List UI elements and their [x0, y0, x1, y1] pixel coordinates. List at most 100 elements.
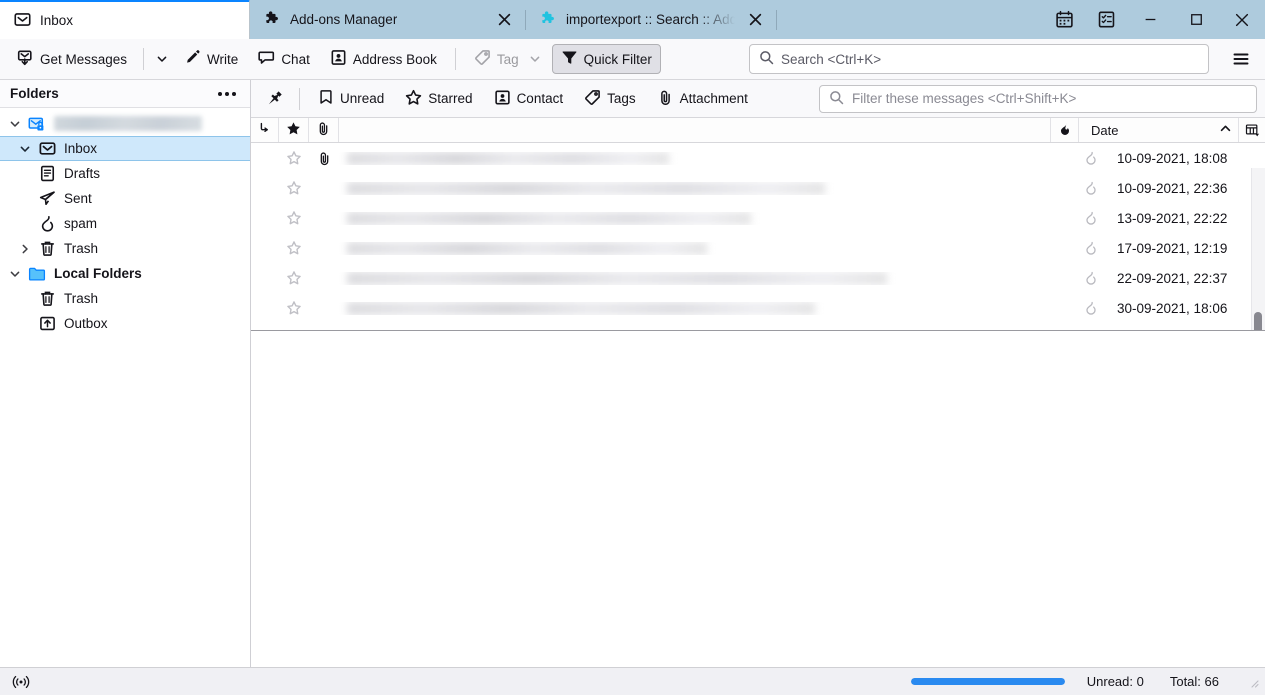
maximize-button[interactable]	[1173, 0, 1219, 39]
chevron-down-icon[interactable]	[4, 268, 26, 280]
column-header-subject[interactable]	[339, 118, 1051, 142]
folder-label: Sent	[64, 191, 92, 206]
trash-icon	[36, 240, 58, 257]
folder-row-trash-local[interactable]: Trash	[0, 286, 250, 311]
column-header-attachment[interactable]	[309, 118, 339, 142]
tab-close-icon[interactable]	[744, 9, 766, 31]
folder-row-inbox[interactable]: Inbox	[0, 136, 250, 161]
tasks-icon[interactable]	[1085, 0, 1127, 39]
toolbar-divider	[454, 48, 456, 70]
quick-filter-label: Unread	[340, 91, 385, 106]
quick-filter-label: Tags	[607, 91, 636, 106]
column-header-thread[interactable]	[251, 118, 279, 142]
message-filter-box[interactable]	[819, 84, 1257, 113]
attachment-indicator-icon	[309, 151, 339, 166]
star-toggle-icon[interactable]	[279, 300, 309, 316]
chevron-right-icon[interactable]	[14, 243, 36, 255]
address-book-button[interactable]: Address Book	[321, 44, 446, 74]
table-row[interactable]: 10-09-2021, 18:08	[251, 143, 1265, 173]
status-progress-bar	[910, 678, 1065, 685]
folder-row-spam[interactable]: spam	[0, 211, 250, 236]
global-search-box[interactable]	[749, 44, 1209, 74]
star-toggle-icon[interactable]	[279, 150, 309, 166]
write-button[interactable]: Write	[175, 44, 247, 74]
star-toggle-icon[interactable]	[279, 180, 309, 196]
get-messages-dropdown-icon[interactable]	[151, 44, 173, 74]
folder-icon	[26, 265, 48, 283]
inbox-icon	[14, 11, 31, 31]
star-toggle-icon[interactable]	[279, 240, 309, 256]
filter-messages-input[interactable]	[852, 91, 1247, 106]
spam-flame-icon	[36, 215, 58, 232]
network-activity-icon[interactable]	[8, 671, 34, 693]
folder-row-sent[interactable]: Sent	[0, 186, 250, 211]
tab-addons-manager[interactable]: Add-ons Manager	[250, 0, 525, 39]
folder-row-local-folders[interactable]: Local Folders	[0, 261, 250, 286]
folder-label: Outbox	[64, 316, 108, 331]
cell-subject-redacted	[339, 301, 1077, 315]
calendar-icon[interactable]	[1043, 0, 1085, 39]
contact-card-icon	[494, 89, 511, 109]
star-filled-icon	[286, 121, 301, 139]
quick-filter-label: Attachment	[679, 91, 748, 106]
quick-filter-contact-button[interactable]: Contact	[484, 85, 574, 113]
folder-label: Trash	[64, 291, 99, 306]
scrollbar-thumb[interactable]	[1254, 312, 1262, 330]
drafts-icon	[36, 165, 58, 182]
folder-tree: Inbox Drafts Sent spam Trash Local Folde…	[0, 108, 250, 667]
quick-filter-starred-button[interactable]: Starred	[395, 85, 482, 113]
table-row[interactable]: 10-09-2021, 22:36	[251, 173, 1265, 203]
main-toolbar: Get Messages Write Chat Address Book Tag…	[0, 39, 1265, 80]
folder-row-drafts[interactable]: Drafts	[0, 161, 250, 186]
chat-button[interactable]: Chat	[249, 44, 319, 74]
close-button[interactable]	[1219, 0, 1265, 39]
folder-pane-more-icon[interactable]	[214, 90, 240, 98]
chevron-down-icon[interactable]	[4, 118, 26, 130]
search-input[interactable]	[781, 51, 1199, 67]
thread-pane-scrollbar[interactable]	[1251, 168, 1265, 330]
folder-row-outbox[interactable]: Outbox	[0, 311, 250, 336]
tag-button[interactable]: Tag	[465, 44, 550, 74]
column-picker-icon[interactable]	[1239, 118, 1265, 142]
tab-importexport-search[interactable]: importexport :: Search :: Add	[526, 0, 776, 39]
folder-row-account[interactable]	[0, 111, 250, 136]
column-header-star[interactable]	[279, 118, 309, 142]
folder-pane: Folders Inbox Drafts Sent spam Trash Loc…	[0, 80, 251, 667]
star-toggle-icon[interactable]	[279, 210, 309, 226]
quick-filter-tags-button[interactable]: Tags	[574, 85, 646, 113]
tab-close-icon[interactable]	[493, 9, 515, 31]
folder-pane-header: Folders	[0, 80, 250, 108]
app-menu-button[interactable]	[1225, 44, 1257, 74]
chevron-down-icon[interactable]	[14, 143, 36, 155]
star-toggle-icon[interactable]	[279, 270, 309, 286]
resize-grip-icon[interactable]	[1247, 676, 1259, 688]
cell-subject-redacted	[339, 271, 1077, 285]
cell-date: 13-09-2021, 22:22	[1117, 210, 1228, 226]
get-messages-button[interactable]: Get Messages	[8, 44, 136, 74]
table-row[interactable]: 13-09-2021, 22:22	[251, 203, 1265, 233]
address-book-icon	[330, 49, 347, 69]
search-icon	[759, 50, 774, 68]
column-header-date-label: Date	[1091, 122, 1119, 138]
folder-pane-title: Folders	[10, 86, 59, 101]
quick-filter-unread-button[interactable]: Unread	[308, 85, 394, 113]
folder-row-trash-account[interactable]: Trash	[0, 236, 250, 261]
status-total-count: Total: 66	[1169, 674, 1219, 689]
table-row[interactable]: 22-09-2021, 22:37	[251, 263, 1265, 293]
table-row[interactable]: 17-09-2021, 12:19	[251, 233, 1265, 263]
cell-date: 10-09-2021, 22:36	[1117, 180, 1228, 196]
quick-filter-attachment-button[interactable]: Attachment	[647, 85, 758, 113]
puzzle-piece-icon	[264, 10, 281, 30]
tag-dropdown-icon[interactable]	[529, 53, 541, 65]
tab-inbox[interactable]: Inbox	[0, 0, 250, 39]
table-row[interactable]: 30-09-2021, 18:06	[251, 293, 1265, 323]
column-header-unread[interactable]	[1051, 118, 1079, 142]
minimize-button[interactable]	[1127, 0, 1173, 39]
quick-filter-divider	[299, 87, 300, 110]
get-messages-label: Get Messages	[40, 51, 128, 67]
quick-filter-button[interactable]: Quick Filter	[551, 44, 661, 74]
tag-icon	[584, 89, 601, 109]
column-header-date[interactable]: Date	[1079, 118, 1239, 142]
sort-ascending-icon	[1219, 122, 1232, 138]
pin-filter-icon[interactable]	[261, 85, 291, 113]
